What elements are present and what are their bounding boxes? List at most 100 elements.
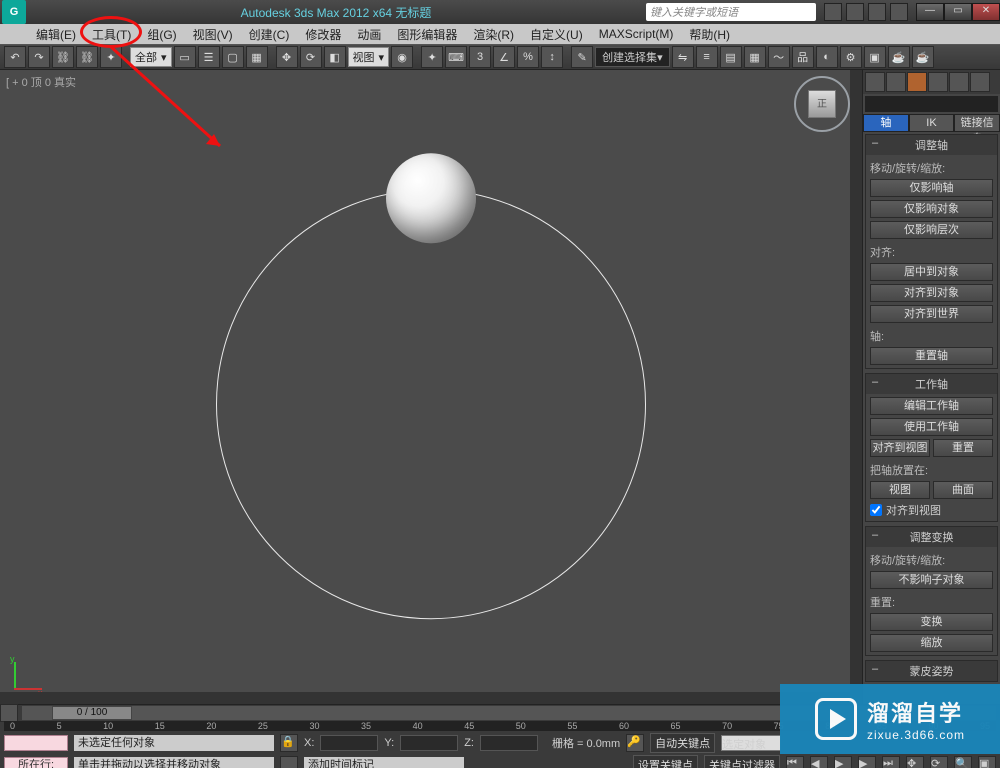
btn-dont-affect-children[interactable]: 不影响子对象 [870,571,993,589]
play-next-icon[interactable]: ▶ [858,756,876,768]
viewport-label[interactable]: [ + 0 顶 0 真实 [6,74,76,90]
btn-center-to-object[interactable]: 居中到对象 [870,263,993,281]
render-iterative-icon[interactable]: ☕ [912,46,934,68]
menu-maxscript[interactable]: MAXScript(M) [591,25,682,43]
menu-create[interactable]: 创建(C) [241,24,298,45]
btn-affect-pivot[interactable]: 仅影响轴 [870,179,993,197]
bind-spacewarp-icon[interactable]: ✦ [100,46,122,68]
btn-align-to-world[interactable]: 对齐到世界 [870,305,993,323]
btn-affect-object[interactable]: 仅影响对象 [870,200,993,218]
autokey-button[interactable]: 自动关键点 [650,733,715,753]
percent-snap-icon[interactable]: % [517,46,539,68]
help-search-icon[interactable] [824,3,842,21]
select-move-icon[interactable]: ✥ [276,46,298,68]
key-filters-dropdown[interactable]: 选定对象 [721,735,781,751]
lock-selection-icon[interactable]: 🔒 [280,734,298,752]
menu-tools[interactable]: 工具(T) [84,24,139,45]
snap-toggle-icon[interactable]: 3 [469,46,491,68]
menu-modifiers[interactable]: 修改器 [297,24,349,45]
edit-named-sel-icon[interactable]: ✎ [571,46,593,68]
tab-utilities-icon[interactable] [970,72,990,92]
infocenter-star-icon[interactable] [868,3,886,21]
nav-orbit-icon[interactable]: ⟳ [930,756,948,768]
nav-pan-icon[interactable]: ✥ [906,756,924,768]
subtab-ik[interactable]: IK [909,114,955,132]
close-button[interactable]: ✕ [972,3,1000,21]
select-scale-icon[interactable]: ◧ [324,46,346,68]
spinner-snap-icon[interactable]: ↕ [541,46,563,68]
time-config-icon[interactable] [0,704,18,722]
maximize-button[interactable]: ▭ [944,3,972,21]
isolate-icon[interactable] [280,756,298,768]
minimize-button[interactable]: — [916,3,944,21]
undo-icon[interactable]: ↶ [4,46,26,68]
coord-x-input[interactable] [320,735,378,751]
btn-reset-transform[interactable]: 变换 [870,613,993,631]
unlink-icon[interactable]: ⛓ [76,46,98,68]
select-manipulate-icon[interactable]: ✦ [421,46,443,68]
infocenter-dash-icon[interactable] [846,3,864,21]
btn-affect-hierarchy[interactable]: 仅影响层次 [870,221,993,239]
rendered-frame-icon[interactable]: ▣ [864,46,886,68]
viewport-scrollbar-v[interactable] [850,70,862,692]
coord-z-input[interactable] [480,735,538,751]
layer-manager-icon[interactable]: ▤ [720,46,742,68]
menu-customize[interactable]: 自定义(U) [522,24,591,45]
menu-edit[interactable]: 编辑(E) [28,24,84,45]
menu-animation[interactable]: 动画 [349,24,389,45]
help-search-input[interactable]: 键入关键字或短语 [646,3,816,21]
menu-grapheditors[interactable]: 图形编辑器 [389,24,465,45]
rollout-adjust-pivot[interactable]: 调整轴 [866,135,997,155]
nav-maximize-icon[interactable]: ▣ [978,756,996,768]
curve-editor-icon[interactable]: ～ [768,46,790,68]
infocenter-help-icon[interactable] [890,3,908,21]
align-icon[interactable]: ≡ [696,46,718,68]
sphere-object[interactable] [386,153,476,243]
rollout-skin-pose[interactable]: 蒙皮姿势 [866,661,997,681]
select-rotate-icon[interactable]: ⟳ [300,46,322,68]
time-tag-field[interactable]: 添加时间标记 [304,757,464,768]
mirror-icon[interactable]: ⇋ [672,46,694,68]
menu-group[interactable]: 组(G) [139,24,184,45]
keyfilters-button[interactable]: 关键点过滤器 [704,755,780,768]
tab-modify-icon[interactable] [886,72,906,92]
play-prev-icon[interactable]: ◀ [810,756,828,768]
window-crossing-icon[interactable]: ▦ [246,46,268,68]
ref-coord-dropdown[interactable]: 视图▾ [348,47,390,67]
play-end-icon[interactable]: ⏭ [882,756,900,768]
key-mode-icon[interactable]: 🔑 [626,734,644,752]
selection-filter-dropdown[interactable]: 全部▾ [130,47,172,67]
play-start-icon[interactable]: ⏮ [786,756,804,768]
viewcube-face[interactable]: 正 [808,90,836,118]
menu-rendering[interactable]: 渲染(R) [465,24,522,45]
select-by-name-icon[interactable]: ☰ [198,46,220,68]
btn-reset-scale[interactable]: 缩放 [870,634,993,652]
subtab-linkinfo[interactable]: 链接信息 [954,114,1000,132]
maxscript-mini-listener[interactable] [4,735,68,751]
viewcube[interactable]: 正 [794,76,850,132]
tab-motion-icon[interactable] [928,72,948,92]
tab-hierarchy-icon[interactable] [907,72,927,92]
btn-reset-wp[interactable]: 重置 [933,439,993,457]
rollout-working-pivot[interactable]: 工作轴 [866,374,997,394]
graphite-icon[interactable]: ▦ [744,46,766,68]
app-icon[interactable]: G [2,0,26,24]
btn-reset-pivot[interactable]: 重置轴 [870,347,993,365]
btn-place-surface[interactable]: 曲面 [933,481,993,499]
rollout-adjust-transform[interactable]: 调整变换 [866,527,997,547]
keyboard-shortcut-icon[interactable]: ⌨ [445,46,467,68]
select-region-icon[interactable]: ▢ [222,46,244,68]
nav-zoom-icon[interactable]: 🔍 [954,756,972,768]
tab-display-icon[interactable] [949,72,969,92]
viewport-scrollbar-h[interactable] [0,692,862,704]
link-icon[interactable]: ⛓ [52,46,74,68]
menu-view[interactable]: 视图(V) [185,24,241,45]
btn-edit-working-pivot[interactable]: 编辑工作轴 [870,397,993,415]
angle-snap-icon[interactable]: ∠ [493,46,515,68]
btn-place-view[interactable]: 视图 [870,481,930,499]
named-selection-dropdown[interactable]: 创建选择集 ▾ [595,47,670,67]
tab-create-icon[interactable] [865,72,885,92]
row-indicator[interactable]: 所在行: [4,757,68,768]
setkey-button[interactable]: 设置关键点 [633,755,698,768]
viewport[interactable]: [ + 0 顶 0 真实 正 y x [0,70,862,704]
